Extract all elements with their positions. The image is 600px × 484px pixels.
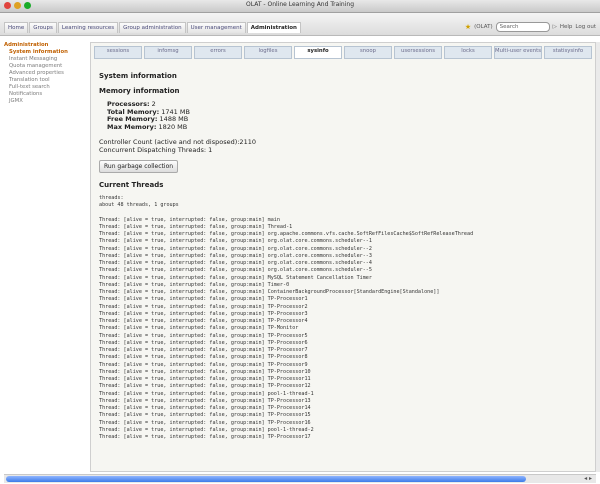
subtab-usersessions[interactable]: usersessions xyxy=(394,46,442,59)
tab-home[interactable]: Home xyxy=(4,22,29,33)
thread-line: Thread: [alive = true, interrupted: fals… xyxy=(99,368,311,375)
user-label: (OLAT) xyxy=(474,24,493,30)
thread-line: Thread: [alive = true, interrupted: fals… xyxy=(99,252,372,259)
thread-line: Thread: [alive = true, interrupted: fals… xyxy=(99,245,372,252)
sysinfo-content: System information Memory information Pr… xyxy=(91,59,595,447)
horizontal-scrollbar[interactable]: ◂ ▸ xyxy=(4,474,596,483)
main-panel: sessions infomsg errors logfiles sysinfo… xyxy=(90,42,596,472)
sidebar-item-advanced-properties[interactable]: Advanced properties xyxy=(4,70,86,77)
scroll-arrows-icon[interactable]: ◂ ▸ xyxy=(584,475,592,482)
memory-value: 1820 MB xyxy=(158,122,188,131)
thread-line: Thread: [alive = true, interrupted: fals… xyxy=(99,260,372,266)
memory-stats: Processors: 2 Total Memory: 1741 MB Free… xyxy=(99,100,587,132)
tab-user-management[interactable]: User management xyxy=(186,22,246,33)
sidebar-item-translation-tool[interactable]: Translation tool xyxy=(4,77,86,84)
sidebar-item-instant-messaging[interactable]: Instant Messaging xyxy=(4,56,86,63)
subtab-snoop[interactable]: snoop xyxy=(344,46,392,59)
scrollbar-thumb[interactable] xyxy=(6,476,526,482)
subtab-statisysinfo[interactable]: statisysinfo xyxy=(544,46,592,59)
thread-line: Thread: [alive = true, interrupted: fals… xyxy=(99,419,311,426)
thread-line: Thread: [alive = true, interrupted: fals… xyxy=(99,281,290,288)
threads-label: threads: xyxy=(99,195,124,201)
main-tabs: Home Groups Learning resources Group adm… xyxy=(4,22,302,33)
sidebar-header[interactable]: Administration xyxy=(4,42,86,49)
star-icon[interactable]: ★ xyxy=(465,23,471,31)
thread-list: Thread: [alive = true, interrupted: fals… xyxy=(99,217,587,442)
memory-label: Max Memory: xyxy=(107,122,157,131)
vertical-scrollbar[interactable] xyxy=(596,42,600,472)
system-information-heading: System information xyxy=(99,72,177,80)
tab-group-administration[interactable]: Group administration xyxy=(119,22,186,33)
thread-line: Thread: [alive = true, interrupted: fals… xyxy=(99,339,308,346)
admin-sidebar: Administration System information Instan… xyxy=(4,42,86,105)
subtab-multi-user-events[interactable]: Multi-user events xyxy=(494,46,542,59)
search-input[interactable]: Search xyxy=(495,22,550,32)
tab-administration[interactable]: Administration xyxy=(246,22,301,33)
thread-line: Thread: [alive = true, interrupted: fals… xyxy=(99,390,314,397)
subtab-logfiles[interactable]: logfiles xyxy=(244,46,292,59)
tab-groups[interactable]: Groups xyxy=(29,22,57,33)
sidebar-item-system-information[interactable]: System information xyxy=(4,49,86,56)
logout-link[interactable]: Log out xyxy=(575,24,596,30)
thread-line: Thread: [alive = true, interrupted: fals… xyxy=(99,332,308,339)
thread-line: Thread: [alive = true, interrupted: fals… xyxy=(99,231,474,237)
thread-line: Thread: [alive = true, interrupted: fals… xyxy=(99,289,440,295)
dispatching-threads: Concurrent Dispatching Threads: 1 xyxy=(99,145,213,154)
subtab-errors[interactable]: errors xyxy=(194,46,242,59)
thread-line: Thread: [alive = true, interrupted: fals… xyxy=(99,325,299,332)
thread-line: Thread: [alive = true, interrupted: fals… xyxy=(99,267,372,274)
thread-line: Thread: [alive = true, interrupted: fals… xyxy=(99,354,308,361)
top-right-tools: ★ (OLAT) Search ▷ Help Log out xyxy=(465,22,596,32)
thread-line: Thread: [alive = true, interrupted: fals… xyxy=(99,296,308,303)
subtab-infomsg[interactable]: infomsg xyxy=(144,46,192,59)
thread-line: Thread: [alive = true, interrupted: fals… xyxy=(99,405,311,411)
thread-line: Thread: [alive = true, interrupted: fals… xyxy=(99,274,372,281)
sidebar-item-notifications[interactable]: Notifications xyxy=(4,91,86,98)
sidebar-item-jgmx[interactable]: JGMX xyxy=(4,98,86,105)
run-garbage-collection-button[interactable]: Run garbage collection xyxy=(99,160,179,173)
thread-line: Thread: [alive = true, interrupted: fals… xyxy=(99,347,308,353)
subtab-sysinfo[interactable]: sysinfo xyxy=(294,46,342,59)
thread-line: Thread: [alive = true, interrupted: fals… xyxy=(99,426,314,433)
sidebar-item-full-text-search[interactable]: Full-text search xyxy=(4,84,86,91)
threads-summary: about 48 threads, 1 groups xyxy=(99,202,179,209)
thread-line: Thread: [alive = true, interrupted: fals… xyxy=(99,216,280,223)
sidebar-item-quota-management[interactable]: Quota management xyxy=(4,63,86,70)
thread-line: Thread: [alive = true, interrupted: fals… xyxy=(99,318,308,324)
thread-line: Thread: [alive = true, interrupted: fals… xyxy=(99,303,308,310)
sysinfo-subtabs: sessions infomsg errors logfiles sysinfo… xyxy=(91,43,595,59)
thread-line: Thread: [alive = true, interrupted: fals… xyxy=(99,397,311,404)
thread-line: Thread: [alive = true, interrupted: fals… xyxy=(99,383,311,390)
thread-line: Thread: [alive = true, interrupted: fals… xyxy=(99,361,308,368)
current-threads-heading: Current Threads xyxy=(99,181,164,189)
thread-line: Thread: [alive = true, interrupted: fals… xyxy=(99,310,308,317)
window-title: OLAT - Online Learning And Training xyxy=(246,1,354,8)
thread-line: Thread: [alive = true, interrupted: fals… xyxy=(99,376,311,382)
tab-learning-resources[interactable]: Learning resources xyxy=(57,22,119,33)
window-titlebar: OLAT - Online Learning And Training xyxy=(0,0,600,13)
thread-line: Thread: [alive = true, interrupted: fals… xyxy=(99,412,311,419)
memory-information-heading: Memory information xyxy=(99,87,180,95)
thread-line: Thread: [alive = true, interrupted: fals… xyxy=(99,434,311,440)
thread-line: Thread: [alive = true, interrupted: fals… xyxy=(99,238,372,245)
memory-row: Max Memory: 1820 MB xyxy=(107,122,587,132)
subtab-sessions[interactable]: sessions xyxy=(94,46,142,59)
search-arrow-icon[interactable]: ▷ xyxy=(553,24,557,30)
top-navigation: Home Groups Learning resources Group adm… xyxy=(0,13,600,36)
subtab-locks[interactable]: locks xyxy=(444,46,492,59)
help-link[interactable]: Help xyxy=(560,24,573,30)
thread-line: Thread: [alive = true, interrupted: fals… xyxy=(99,223,293,230)
